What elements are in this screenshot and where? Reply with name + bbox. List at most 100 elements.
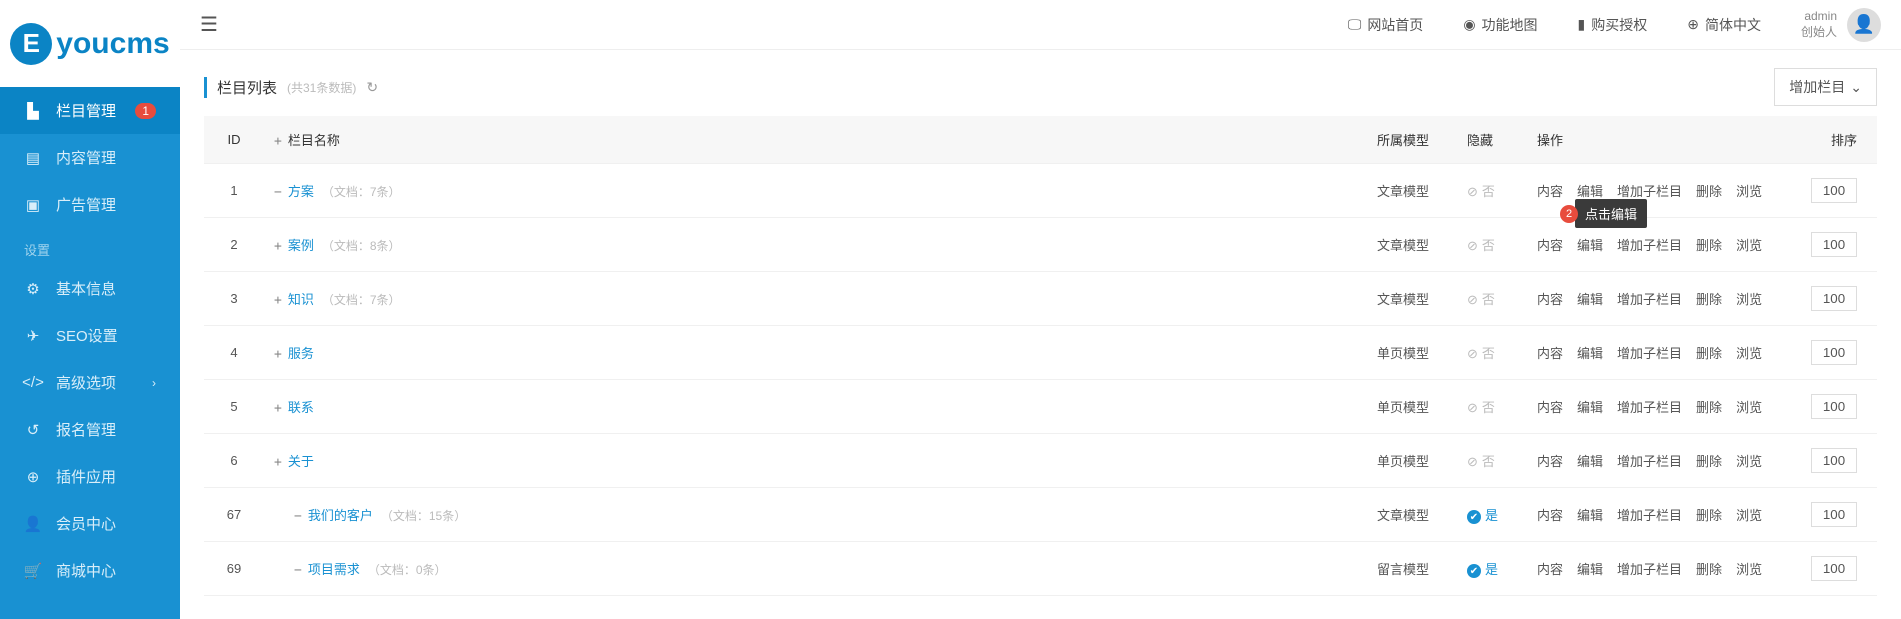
category-name-link[interactable]: 关于	[288, 454, 314, 469]
op-content[interactable]: 内容	[1537, 292, 1563, 307]
op-delete[interactable]: 删除	[1696, 346, 1722, 361]
op-content[interactable]: 内容	[1537, 562, 1563, 577]
op-preview[interactable]: 浏览	[1736, 454, 1762, 469]
op-delete[interactable]: 删除	[1696, 292, 1722, 307]
sort-input[interactable]	[1811, 502, 1857, 527]
toggle-icon[interactable]: −	[294, 509, 302, 524]
op-content[interactable]: 内容	[1537, 454, 1563, 469]
category-name-link[interactable]: 服务	[288, 346, 314, 361]
op-edit[interactable]: 编辑	[1577, 346, 1603, 361]
op-content[interactable]: 内容	[1537, 238, 1563, 253]
op-edit[interactable]: 编辑	[1577, 400, 1603, 415]
topbar-site-home[interactable]: 🖵 网站首页	[1348, 15, 1424, 35]
row-hidden[interactable]: 否	[1457, 434, 1527, 488]
row-model: 单页模型	[1367, 326, 1457, 380]
sort-input[interactable]	[1811, 448, 1857, 473]
sidebar: Eyoucms ▙栏目管理1▤内容管理▣广告管理 设置 ⚙基本信息✈SEO设置<…	[0, 0, 180, 619]
op-edit[interactable]: 编辑	[1577, 184, 1603, 199]
op-add-sub[interactable]: 增加子栏目	[1617, 238, 1682, 253]
op-preview[interactable]: 浏览	[1736, 562, 1762, 577]
row-hidden[interactable]: 否	[1457, 218, 1527, 272]
toggle-icon[interactable]: −	[274, 185, 282, 200]
table-row: 5+联系单页模型否内容编辑增加子栏目删除浏览	[204, 380, 1877, 434]
logo-mark: E	[10, 23, 52, 65]
category-name-link[interactable]: 方案	[288, 184, 314, 199]
topbar-feature-map[interactable]: ◉ 功能地图	[1463, 15, 1537, 35]
sidebar-item-sitemap[interactable]: ▙栏目管理1	[0, 87, 180, 134]
op-content[interactable]: 内容	[1537, 400, 1563, 415]
op-content[interactable]: 内容	[1537, 346, 1563, 361]
op-preview[interactable]: 浏览	[1736, 346, 1762, 361]
expand-all-icon[interactable]: +	[274, 134, 282, 149]
sidebar-item-globe[interactable]: ⊕插件应用	[0, 453, 180, 500]
op-preview[interactable]: 浏览	[1736, 238, 1762, 253]
toggle-icon[interactable]: −	[294, 563, 302, 578]
sort-input[interactable]	[1811, 394, 1857, 419]
topbar-language[interactable]: ⊕ 简体中文	[1687, 15, 1761, 35]
row-hidden[interactable]: 否	[1457, 272, 1527, 326]
sort-input[interactable]	[1811, 178, 1857, 203]
category-name-link[interactable]: 案例	[288, 238, 314, 253]
op-add-sub[interactable]: 增加子栏目	[1617, 508, 1682, 523]
sidebar-item-user[interactable]: 👤会员中心	[0, 500, 180, 547]
category-name-link[interactable]: 知识	[288, 292, 314, 307]
op-edit[interactable]: 编辑	[1577, 292, 1603, 307]
hamburger-icon[interactable]: ☰	[200, 12, 218, 37]
op-add-sub[interactable]: 增加子栏目	[1617, 184, 1682, 199]
sidebar-item-undo[interactable]: ↺报名管理	[0, 406, 180, 453]
op-content[interactable]: 内容	[1537, 184, 1563, 199]
op-delete[interactable]: 删除	[1696, 184, 1722, 199]
toggle-icon[interactable]: +	[274, 455, 282, 470]
th-name[interactable]: +栏目名称	[264, 116, 1367, 164]
row-hidden[interactable]: 否	[1457, 380, 1527, 434]
op-add-sub[interactable]: 增加子栏目	[1617, 292, 1682, 307]
op-delete[interactable]: 删除	[1696, 238, 1722, 253]
sort-input[interactable]	[1811, 556, 1857, 581]
op-delete[interactable]: 删除	[1696, 508, 1722, 523]
sidebar-item-label: 插件应用	[56, 466, 116, 487]
row-hidden[interactable]: 否	[1457, 164, 1527, 218]
add-category-button[interactable]: 增加栏目 ⌄	[1774, 68, 1877, 106]
category-name-link[interactable]: 项目需求	[308, 562, 360, 577]
row-hidden[interactable]: 是	[1457, 488, 1527, 542]
op-add-sub[interactable]: 增加子栏目	[1617, 400, 1682, 415]
sidebar-item-gear[interactable]: ⚙基本信息	[0, 265, 180, 312]
op-add-sub[interactable]: 增加子栏目	[1617, 454, 1682, 469]
op-content[interactable]: 内容	[1537, 508, 1563, 523]
sidebar-item-list[interactable]: ▤内容管理	[0, 134, 180, 181]
category-name-link[interactable]: 我们的客户	[308, 508, 373, 523]
sidebar-item-image[interactable]: ▣广告管理	[0, 181, 180, 228]
category-name-link[interactable]: 联系	[288, 400, 314, 415]
sidebar-item-code[interactable]: </>高级选项›	[0, 359, 180, 406]
op-edit[interactable]: 编辑	[1577, 454, 1603, 469]
table-row: 69−项目需求（文档：0条）留言模型是内容编辑增加子栏目删除浏览	[204, 542, 1877, 596]
op-preview[interactable]: 浏览	[1736, 508, 1762, 523]
op-add-sub[interactable]: 增加子栏目	[1617, 562, 1682, 577]
op-preview[interactable]: 浏览	[1736, 184, 1762, 199]
topbar-buy-license[interactable]: ▮ 购买授权	[1578, 15, 1648, 35]
logo[interactable]: Eyoucms	[0, 0, 180, 87]
op-delete[interactable]: 删除	[1696, 400, 1722, 415]
op-delete[interactable]: 删除	[1696, 454, 1722, 469]
op-preview[interactable]: 浏览	[1736, 292, 1762, 307]
op-edit[interactable]: 编辑	[1577, 562, 1603, 577]
op-edit[interactable]: 编辑	[1577, 238, 1603, 253]
op-edit[interactable]: 编辑	[1577, 508, 1603, 523]
sort-input[interactable]	[1811, 232, 1857, 257]
toggle-icon[interactable]: +	[274, 293, 282, 308]
sidebar-item-plane[interactable]: ✈SEO设置	[0, 312, 180, 359]
category-table: ID +栏目名称 所属模型 隐藏 操作 排序 1−方案（文档：7条）文章模型否内…	[204, 116, 1877, 596]
refresh-icon[interactable]: ↻	[366, 79, 378, 96]
sort-input[interactable]	[1811, 286, 1857, 311]
row-hidden[interactable]: 是	[1457, 542, 1527, 596]
op-add-sub[interactable]: 增加子栏目	[1617, 346, 1682, 361]
sort-input[interactable]	[1811, 340, 1857, 365]
user-menu[interactable]: admin 创始人 👤	[1801, 8, 1881, 42]
toggle-icon[interactable]: +	[274, 401, 282, 416]
toggle-icon[interactable]: +	[274, 347, 282, 362]
op-preview[interactable]: 浏览	[1736, 400, 1762, 415]
row-hidden[interactable]: 否	[1457, 326, 1527, 380]
op-delete[interactable]: 删除	[1696, 562, 1722, 577]
sidebar-item-cart[interactable]: 🛒商城中心	[0, 547, 180, 594]
toggle-icon[interactable]: +	[274, 239, 282, 254]
